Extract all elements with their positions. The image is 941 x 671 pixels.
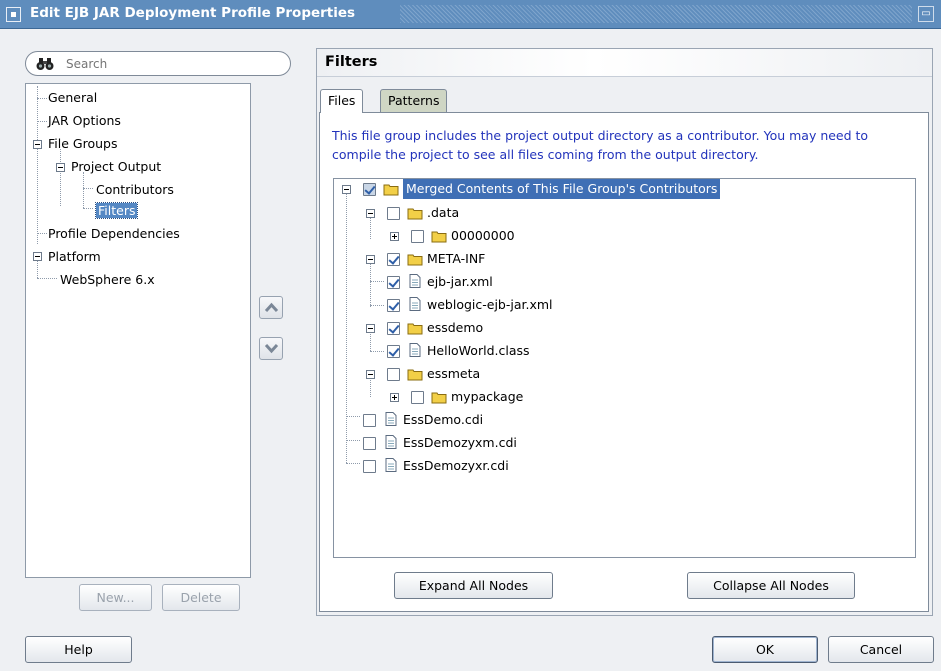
- move-up-button[interactable]: [259, 296, 283, 319]
- tree-node-weblogic-ejb-jar-xml[interactable]: weblogic-ejb-jar.xml: [334, 295, 914, 315]
- essdemo-checkbox[interactable]: [387, 322, 400, 335]
- tree-node-meta-inf[interactable]: META-INF: [334, 249, 914, 269]
- ok-button[interactable]: OK: [712, 636, 818, 663]
- folder-icon: [407, 369, 423, 381]
- sidebar-item-project-output[interactable]: Project Output: [71, 158, 161, 176]
- collapse-all-nodes-button[interactable]: Collapse All Nodes: [687, 572, 855, 599]
- sidebar-item-profile-dependencies[interactable]: Profile Dependencies: [48, 225, 180, 243]
- window-title: Edit EJB JAR Deployment Profile Properti…: [30, 5, 356, 21]
- root-checkbox[interactable]: [363, 183, 376, 196]
- collapse-file-groups-icon[interactable]: [33, 140, 42, 149]
- tree-node-essdemozyxm-cdi[interactable]: EssDemozyxm.cdi: [334, 433, 914, 453]
- file-icon: [385, 458, 397, 472]
- file-icon: [409, 343, 421, 357]
- tree-node-helloworld-class[interactable]: HelloWorld.class: [334, 341, 914, 361]
- tab-files[interactable]: Files: [320, 89, 364, 113]
- folder-icon: [407, 208, 423, 220]
- page-title: Filters: [325, 54, 378, 70]
- title-bar: Edit EJB JAR Deployment Profile Properti…: [0, 0, 941, 29]
- sidebar-item-contributors[interactable]: Contributors: [96, 181, 174, 199]
- sidebar-item-platform[interactable]: Platform: [48, 248, 101, 266]
- weblogic-ejb-jar-xml-checkbox[interactable]: [387, 299, 400, 312]
- file-icon: [385, 412, 397, 426]
- sidebar-item-websphere[interactable]: WebSphere 6.x: [60, 271, 155, 289]
- collapse-platform-icon[interactable]: [33, 252, 42, 261]
- sidebar-item-filters[interactable]: Filters: [94, 202, 139, 220]
- folder-icon: [407, 323, 423, 335]
- ejb-jar-xml-checkbox[interactable]: [387, 276, 400, 289]
- move-down-button[interactable]: [259, 337, 283, 360]
- new-button[interactable]: New...: [79, 584, 152, 611]
- help-button[interactable]: Help: [25, 636, 132, 663]
- mypackage-checkbox[interactable]: [411, 391, 424, 404]
- essdemo-cdi-checkbox[interactable]: [363, 414, 376, 427]
- tree-node-essdemo-cdi[interactable]: EssDemo.cdi: [334, 410, 914, 430]
- folder-icon: [431, 231, 447, 243]
- tree-node-essdemo[interactable]: essdemo: [334, 318, 914, 338]
- chevron-up-icon: [265, 302, 278, 313]
- info-message: This file group includes the project out…: [332, 128, 869, 162]
- binoculars-icon: [36, 58, 54, 70]
- tree-node-ejb-jar-xml[interactable]: ejb-jar.xml: [334, 272, 914, 292]
- tree-node-00000000[interactable]: 00000000: [334, 226, 914, 246]
- sidebar-item-general[interactable]: General: [48, 89, 97, 107]
- folder-icon: [431, 392, 447, 404]
- search-box[interactable]: [25, 51, 291, 76]
- essmeta-checkbox[interactable]: [387, 368, 400, 381]
- file-icon: [409, 297, 421, 311]
- navigation-tree: General JAR Options File Groups Project …: [25, 83, 251, 578]
- tree-node-essmeta[interactable]: essmeta: [334, 364, 914, 384]
- file-icon: [409, 274, 421, 288]
- chevron-down-icon: [265, 343, 278, 354]
- tree-node-essdemozyxr-cdi[interactable]: EssDemozyxr.cdi: [334, 456, 914, 476]
- essdemozyxr-cdi-checkbox[interactable]: [363, 460, 376, 473]
- delete-button[interactable]: Delete: [162, 584, 240, 611]
- title-bar-drag-area[interactable]: [400, 5, 912, 23]
- sidebar-item-file-groups[interactable]: File Groups: [48, 135, 117, 153]
- expand-all-nodes-button[interactable]: Expand All Nodes: [394, 572, 553, 599]
- tree-node-root[interactable]: Merged Contents of This File Group's Con…: [334, 179, 914, 199]
- essdemozyxm-cdi-checkbox[interactable]: [363, 437, 376, 450]
- helloworld-class-checkbox[interactable]: [387, 345, 400, 358]
- window-menu-icon[interactable]: [6, 7, 21, 22]
- folder-icon: [407, 254, 423, 266]
- sidebar-item-jar-options[interactable]: JAR Options: [48, 112, 121, 130]
- data-checkbox[interactable]: [387, 207, 400, 220]
- tree-node-mypackage[interactable]: mypackage: [334, 387, 914, 407]
- meta-inf-checkbox[interactable]: [387, 253, 400, 266]
- folder-icon: [383, 184, 399, 196]
- cancel-button[interactable]: Cancel: [828, 636, 934, 663]
- 00000000-checkbox[interactable]: [411, 230, 424, 243]
- search-input[interactable]: [66, 56, 276, 72]
- collapse-project-output-icon[interactable]: [56, 163, 65, 172]
- file-tree: Merged Contents of This File Group's Con…: [333, 178, 916, 558]
- tab-patterns[interactable]: Patterns: [380, 89, 448, 112]
- maximize-icon[interactable]: ▭: [918, 6, 934, 22]
- panel-header: Filters: [317, 49, 932, 77]
- tree-node-data[interactable]: .data: [334, 203, 914, 223]
- file-icon: [385, 435, 397, 449]
